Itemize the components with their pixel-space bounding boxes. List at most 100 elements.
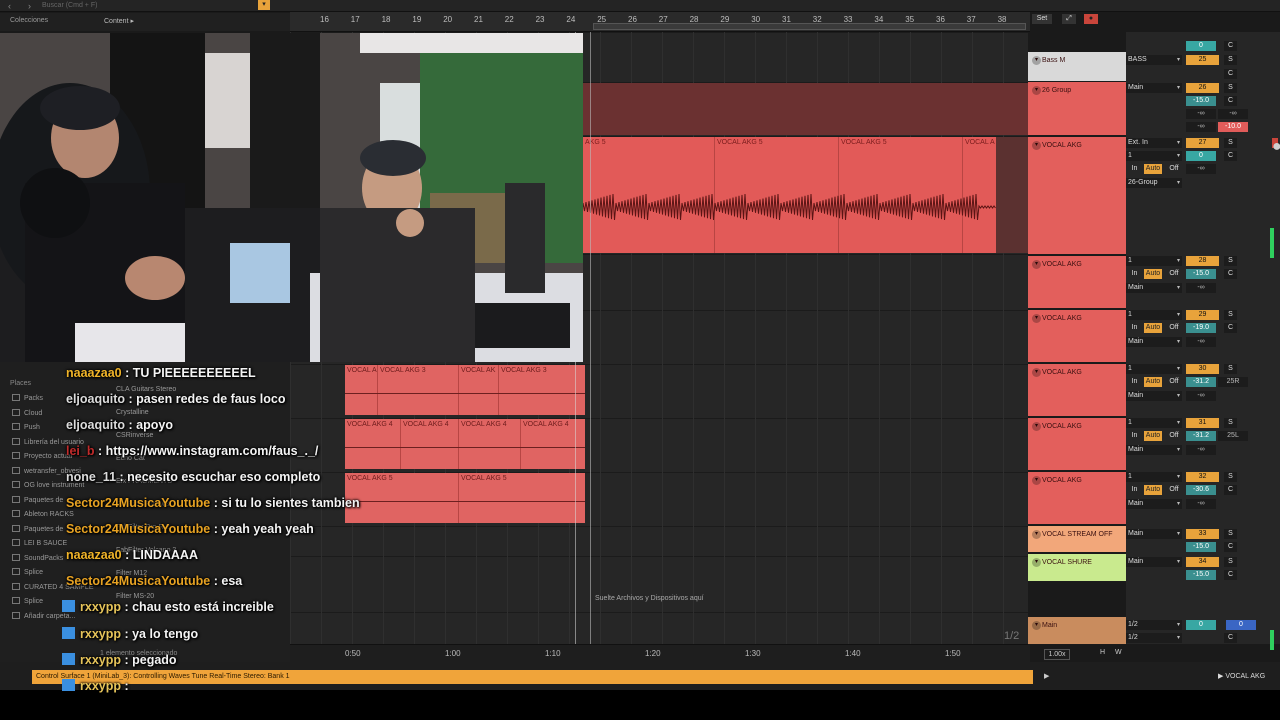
- record-icon[interactable]: ●: [1084, 14, 1098, 24]
- fold-toggle-icon[interactable]: ▾: [1032, 56, 1041, 65]
- track-header[interactable]: ▾ VOCAL AKG: [1028, 256, 1126, 309]
- send-value[interactable]: -∞: [1186, 164, 1216, 174]
- pan-knob[interactable]: C: [1224, 151, 1237, 161]
- pan-knob[interactable]: C: [1224, 96, 1237, 106]
- fold-toggle-icon[interactable]: ▾: [1032, 621, 1041, 630]
- back-arrow-icon[interactable]: ‹: [8, 1, 11, 11]
- place-item[interactable]: Packs: [12, 394, 43, 402]
- track-header[interactable]: ▾ VOCAL AKG: [1028, 137, 1126, 255]
- solo-button[interactable]: S: [1224, 83, 1237, 93]
- expand-icon[interactable]: ⤢: [1062, 14, 1076, 24]
- send-value[interactable]: -∞: [1186, 391, 1216, 401]
- loop-brace[interactable]: [593, 23, 1026, 30]
- track-number[interactable]: 26: [1186, 83, 1219, 93]
- fold-toggle-icon[interactable]: ▾: [1032, 86, 1041, 95]
- volume-value[interactable]: -31.2: [1186, 431, 1216, 441]
- collections-label[interactable]: Colecciones: [10, 17, 48, 24]
- fold-toggle-icon[interactable]: ▾: [1032, 260, 1041, 269]
- play-icon[interactable]: ▶: [1044, 672, 1049, 680]
- monitor-auto-button[interactable]: Auto: [1144, 164, 1162, 174]
- monitor-off-button[interactable]: Off: [1166, 485, 1182, 495]
- volume-value[interactable]: -15.0: [1186, 96, 1216, 106]
- pan-knob[interactable]: C: [1224, 269, 1237, 279]
- set-button[interactable]: Set: [1032, 14, 1052, 24]
- volume-value[interactable]: -15.0: [1186, 542, 1216, 552]
- place-item[interactable]: Splice: [12, 597, 43, 605]
- monitor-in-button[interactable]: In: [1128, 377, 1141, 387]
- track-number[interactable]: 30: [1186, 364, 1219, 374]
- track-number[interactable]: 27: [1186, 138, 1219, 148]
- track-number[interactable]: 33: [1186, 529, 1219, 539]
- monitor-auto-button[interactable]: Auto: [1144, 377, 1162, 387]
- pan-knob[interactable]: C: [1224, 323, 1237, 333]
- solo-button[interactable]: S: [1224, 418, 1237, 428]
- volume-value[interactable]: -30.6: [1186, 485, 1216, 495]
- solo-button[interactable]: S: [1224, 364, 1237, 374]
- routing-dropdown[interactable]: 1/2 ▾: [1126, 633, 1182, 643]
- fold-toggle-icon[interactable]: ▾: [1032, 141, 1041, 150]
- routing-dropdown[interactable]: Main ▾: [1126, 529, 1182, 539]
- routing-dropdown[interactable]: Main ▾: [1126, 499, 1182, 509]
- solo-button[interactable]: S: [1224, 557, 1237, 567]
- routing-dropdown[interactable]: 1 ▾: [1126, 151, 1182, 161]
- track-header[interactable]: ▾ 26 Group: [1028, 82, 1126, 136]
- solo-button[interactable]: S: [1224, 529, 1237, 539]
- volume-value[interactable]: -15.0: [1186, 570, 1216, 580]
- monitor-off-button[interactable]: Off: [1166, 164, 1182, 174]
- plugin-item[interactable]: Filter MS-20: [116, 593, 154, 600]
- monitor-in-button[interactable]: In: [1128, 164, 1141, 174]
- monitor-off-button[interactable]: Off: [1166, 431, 1182, 441]
- input-dropdown[interactable]: 1 ▾: [1126, 256, 1182, 266]
- fold-toggle-icon[interactable]: ▾: [1032, 422, 1041, 431]
- track-header[interactable]: ▾ Main: [1028, 617, 1126, 645]
- monitor-in-button[interactable]: In: [1128, 323, 1141, 333]
- volume-value[interactable]: 0: [1186, 151, 1216, 161]
- pan-knob[interactable]: C: [1224, 69, 1237, 79]
- solo-button[interactable]: S: [1224, 310, 1237, 320]
- content-label[interactable]: Content ▸: [104, 17, 134, 25]
- track-header[interactable]: ▾ VOCAL AKG: [1028, 418, 1126, 471]
- volume-value[interactable]: -15.0: [1186, 269, 1216, 279]
- plugin-item[interactable]: Crystalline: [116, 409, 149, 416]
- plugin-item[interactable]: CSRinverse: [116, 432, 153, 439]
- track-header[interactable]: ▾ VOCAL SHURE: [1028, 554, 1126, 582]
- fold-toggle-icon[interactable]: ▾: [1032, 558, 1041, 567]
- place-item[interactable]: Splice: [12, 568, 43, 576]
- routing-dropdown[interactable]: Main ▾: [1126, 83, 1182, 93]
- track-header[interactable]: ▾ VOCAL AKG: [1028, 364, 1126, 417]
- send-value[interactable]: -∞: [1186, 109, 1216, 119]
- monitor-auto-button[interactable]: Auto: [1144, 323, 1162, 333]
- volume-value[interactable]: -19.0: [1186, 323, 1216, 333]
- send-value[interactable]: -10.0: [1218, 122, 1248, 132]
- cue-volume[interactable]: 0: [1226, 620, 1256, 630]
- fold-toggle-icon[interactable]: ▾: [1032, 368, 1041, 377]
- volume-value[interactable]: -31.2: [1186, 377, 1216, 387]
- routing-dropdown[interactable]: Main ▾: [1126, 283, 1182, 293]
- w-button[interactable]: W: [1115, 649, 1122, 656]
- monitor-in-button[interactable]: In: [1128, 485, 1141, 495]
- place-item[interactable]: Paquetes de: [12, 524, 63, 533]
- clip-row-akg5[interactable]: VOCAL AKG 5 VOCAL AKG 5: [345, 473, 585, 523]
- volume-value[interactable]: 0: [1186, 620, 1216, 630]
- input-dropdown[interactable]: 1 ▾: [1126, 418, 1182, 428]
- monitor-off-button[interactable]: Off: [1166, 323, 1182, 333]
- clip-row-akg4[interactable]: VOCAL AKG 4 VOCAL AKG 4 VOCAL AKG 4 VOCA…: [345, 419, 585, 469]
- routing-dropdown[interactable]: Main ▾: [1126, 557, 1182, 567]
- track-header[interactable]: ▾ VOCAL AKG: [1028, 310, 1126, 363]
- pan-value[interactable]: 25R: [1218, 377, 1248, 387]
- track-header[interactable]: ▾ VOCAL STREAM OFF: [1028, 526, 1126, 553]
- track-number[interactable]: 34: [1186, 557, 1219, 567]
- pan-knob[interactable]: C: [1224, 570, 1237, 580]
- group-track-lane[interactable]: [583, 83, 1028, 135]
- pan-knob[interactable]: C: [1224, 41, 1237, 51]
- solo-button[interactable]: S: [1224, 472, 1237, 482]
- fold-toggle-icon[interactable]: ▾: [1032, 476, 1041, 485]
- volume-value[interactable]: 0: [1186, 41, 1216, 51]
- monitor-auto-button[interactable]: Auto: [1144, 485, 1162, 495]
- place-item[interactable]: Push: [12, 423, 40, 431]
- send-value[interactable]: -∞: [1218, 109, 1248, 119]
- monitor-auto-button[interactable]: Auto: [1144, 269, 1162, 279]
- monitor-off-button[interactable]: Off: [1166, 269, 1182, 279]
- place-item[interactable]: Paquetes de: [12, 495, 63, 504]
- send-value[interactable]: -∞: [1186, 122, 1216, 132]
